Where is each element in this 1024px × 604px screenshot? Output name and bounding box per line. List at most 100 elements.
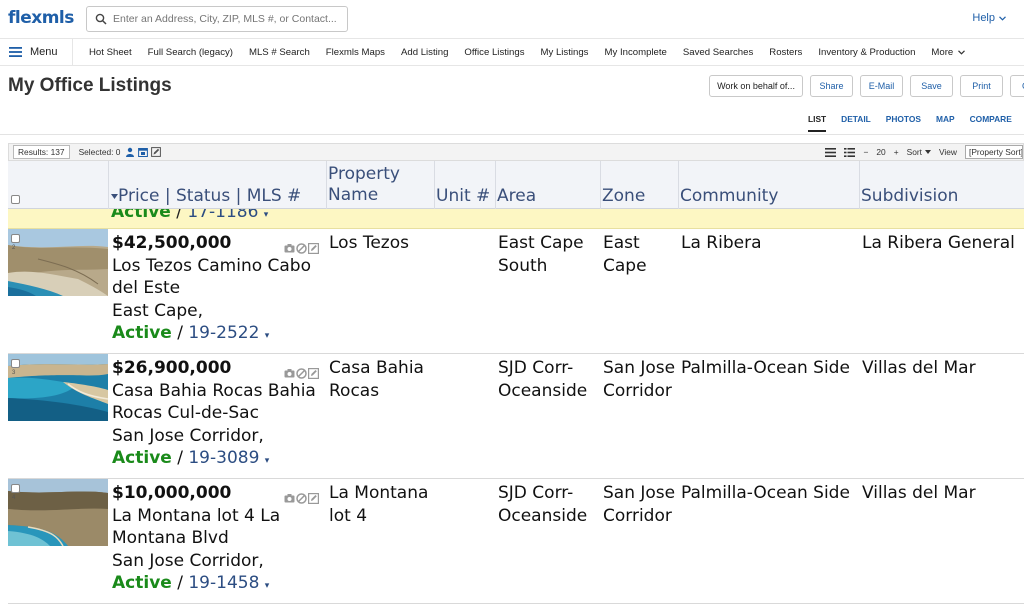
subdivision: La Ribera General bbox=[862, 233, 1015, 253]
mls-number[interactable]: 17-1186 bbox=[187, 209, 258, 222]
zone: San Jose Corridor bbox=[603, 483, 676, 526]
search-input[interactable] bbox=[113, 13, 343, 25]
table-row[interactable]: 3 $26,900,000 Casa Bahia Rocas Bahia Roc… bbox=[8, 354, 1024, 479]
chevron-down-icon[interactable]: ▾ bbox=[265, 456, 270, 466]
page-title: My Office Listings bbox=[8, 75, 172, 96]
work-on-behalf-button[interactable]: Work on behalf of... bbox=[709, 75, 803, 97]
status-active: Active bbox=[112, 323, 172, 343]
list-view-icon[interactable] bbox=[825, 147, 837, 157]
community: Palmilla-Ocean Side bbox=[681, 483, 850, 503]
edit-icon[interactable] bbox=[308, 368, 319, 379]
chevron-down-icon bbox=[924, 150, 931, 154]
nav-my-incomplete[interactable]: My Incomplete bbox=[604, 47, 666, 58]
cma-button[interactable]: CM bbox=[1010, 75, 1024, 97]
nav-rosters[interactable]: Rosters bbox=[769, 47, 802, 58]
nav-mls-search[interactable]: MLS # Search bbox=[249, 47, 310, 58]
tab-list[interactable]: LIST bbox=[808, 114, 827, 132]
hamburger-icon bbox=[9, 47, 22, 57]
nav-inventory-production[interactable]: Inventory & Production bbox=[818, 47, 915, 58]
listing-photo[interactable] bbox=[8, 354, 108, 421]
col-property-name[interactable]: Property Name bbox=[328, 164, 428, 206]
grid-view-icon[interactable] bbox=[844, 147, 856, 157]
listing-photo[interactable] bbox=[8, 229, 108, 296]
user-icon[interactable] bbox=[125, 147, 135, 157]
col-price-status[interactable]: Price | Status | MLS # bbox=[111, 186, 301, 207]
chevron-down-icon[interactable]: ▾ bbox=[265, 581, 270, 591]
results-controls: − 20 + Sort View [Property Sort] bbox=[825, 144, 1023, 160]
zone: East Cape bbox=[603, 233, 647, 276]
search-box[interactable] bbox=[86, 6, 348, 32]
select-all-checkbox[interactable] bbox=[11, 195, 20, 204]
view-label: View bbox=[938, 147, 957, 157]
nav-full-search[interactable]: Full Search (legacy) bbox=[148, 47, 233, 58]
flexmls-logo[interactable]: flexmls bbox=[8, 8, 74, 28]
status-active: Active bbox=[112, 573, 172, 593]
selected-count: Selected: 0 bbox=[78, 147, 121, 157]
row-actions bbox=[284, 368, 319, 379]
col-subdivision[interactable]: Subdivision bbox=[861, 186, 958, 207]
view-select[interactable]: [Property Sort] bbox=[965, 145, 1023, 159]
nav-flexmls-maps[interactable]: Flexmls Maps bbox=[326, 47, 385, 58]
listing-address[interactable]: Casa Bahia Rocas Bahia Rocas Cul-de-Sac bbox=[112, 380, 326, 425]
chevron-down-icon[interactable]: ▾ bbox=[265, 331, 270, 341]
tab-photos[interactable]: PHOTOS bbox=[886, 114, 921, 132]
edit-icon[interactable] bbox=[308, 243, 319, 254]
page-size-increase[interactable]: + bbox=[894, 147, 899, 157]
listing-address[interactable]: Los Tezos Camino Cabo del Este bbox=[112, 255, 326, 300]
results-count: Results: 137 bbox=[13, 145, 70, 159]
edit-icon[interactable] bbox=[308, 493, 319, 504]
nav-items: Hot Sheet Full Search (legacy) MLS # Sea… bbox=[73, 39, 981, 65]
subdivision: Villas del Mar bbox=[862, 358, 976, 378]
listing-address[interactable]: La Montana lot 4 La Montana Blvd bbox=[112, 505, 326, 550]
camera-icon[interactable] bbox=[284, 368, 295, 379]
area: East Cape South bbox=[498, 233, 584, 276]
col-zone[interactable]: Zone bbox=[602, 186, 645, 207]
nav-more-label: More bbox=[931, 46, 954, 58]
row-checkbox[interactable] bbox=[11, 234, 20, 243]
nav-saved-searches[interactable]: Saved Searches bbox=[683, 47, 753, 58]
block-icon[interactable] bbox=[296, 368, 307, 379]
email-button[interactable]: E-Mail bbox=[860, 75, 903, 97]
table-row[interactable]: 4 $10,000,000 La Montana lot 4 La Montan… bbox=[8, 479, 1024, 604]
save-button[interactable]: Save bbox=[910, 75, 953, 97]
top-bar: flexmls Help bbox=[0, 0, 1024, 38]
menu-button[interactable]: Menu bbox=[0, 39, 73, 65]
tab-detail[interactable]: DETAIL bbox=[841, 114, 871, 132]
nav-more[interactable]: More bbox=[931, 46, 966, 58]
col-unit[interactable]: Unit # bbox=[436, 186, 490, 207]
listing-city: San Jose Corridor, bbox=[112, 550, 264, 571]
nav-hot-sheet[interactable]: Hot Sheet bbox=[89, 47, 132, 58]
row-checkbox[interactable] bbox=[11, 359, 20, 368]
listing-photo[interactable] bbox=[8, 479, 108, 546]
edit-icon[interactable] bbox=[151, 147, 162, 157]
chevron-down-icon[interactable]: ▾ bbox=[264, 210, 269, 220]
col-community[interactable]: Community bbox=[680, 186, 778, 207]
tab-map[interactable]: MAP bbox=[936, 114, 955, 132]
col-area[interactable]: Area bbox=[497, 186, 536, 207]
status-line: Active / 19-1458 ▾ bbox=[112, 573, 270, 593]
mls-number[interactable]: 19-1458 bbox=[188, 573, 259, 593]
sort-down-icon bbox=[111, 193, 118, 199]
nav-my-listings[interactable]: My Listings bbox=[541, 47, 589, 58]
nav-add-listing[interactable]: Add Listing bbox=[401, 47, 448, 58]
block-icon[interactable] bbox=[296, 493, 307, 504]
page-size-decrease[interactable]: − bbox=[863, 147, 868, 157]
property-name: Casa Bahia Rocas bbox=[329, 358, 424, 401]
row-actions bbox=[284, 243, 319, 254]
sort-menu[interactable]: Sort bbox=[907, 147, 931, 157]
property-name: Los Tezos bbox=[329, 233, 409, 253]
calendar-icon[interactable] bbox=[138, 147, 149, 157]
share-button[interactable]: Share bbox=[810, 75, 853, 97]
camera-icon[interactable] bbox=[284, 493, 295, 504]
row-checkbox[interactable] bbox=[11, 484, 20, 493]
tab-compare[interactable]: COMPARE bbox=[970, 114, 1012, 132]
mls-number[interactable]: 19-2522 bbox=[188, 323, 259, 343]
block-icon[interactable] bbox=[296, 243, 307, 254]
camera-icon[interactable] bbox=[284, 243, 295, 254]
table-row[interactable]: 2 $42,500,000 Los Tezos Camino Cabo del … bbox=[8, 229, 1024, 354]
print-button[interactable]: Print bbox=[960, 75, 1003, 97]
help-menu[interactable]: Help bbox=[972, 12, 1006, 24]
table-row-partial[interactable]: Active / 17-1186 ▾ bbox=[8, 209, 1024, 229]
mls-number[interactable]: 19-3089 bbox=[188, 448, 259, 468]
nav-office-listings[interactable]: Office Listings bbox=[464, 47, 524, 58]
